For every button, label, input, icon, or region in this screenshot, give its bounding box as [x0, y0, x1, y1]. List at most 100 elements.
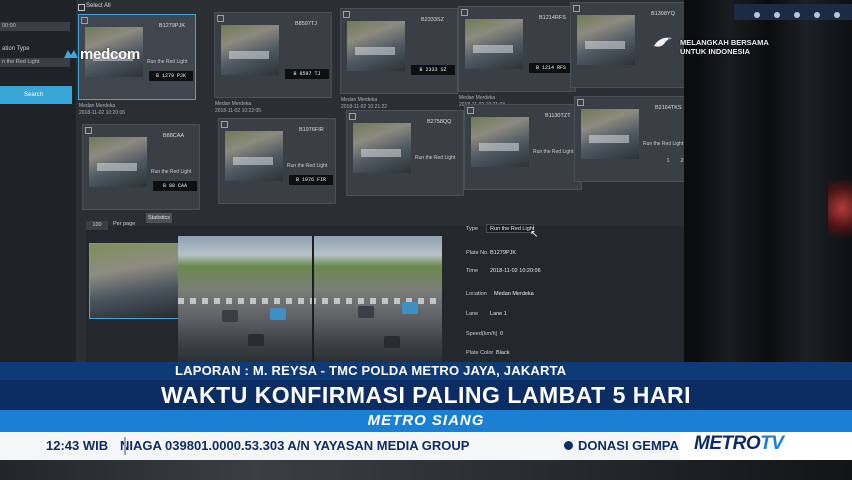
- detail-plate-label: Plate No.: [466, 250, 489, 256]
- card-plate-image: B 8597 TJ: [285, 69, 329, 79]
- program-name: METRO SIANG: [367, 412, 485, 429]
- violation-card[interactable]: B2758QQ Run the Red Light: [346, 110, 464, 196]
- detail-time-label: Time: [466, 268, 479, 274]
- per-page-select[interactable]: 100: [86, 221, 108, 230]
- card-violation-type: Run the Red Light: [287, 163, 328, 169]
- violation-card[interactable]: B8597TJ B 8597 TJ Medan Merdeka 2018-11-02 …: [214, 12, 332, 114]
- medcom-logo-icon: [64, 50, 78, 58]
- metrotv-logo-metro: METRO: [694, 433, 761, 454]
- card-thumbnail: [465, 19, 523, 69]
- card-plate-number: B8597TJ: [295, 21, 318, 27]
- card-plate-number: B1214RFS: [539, 15, 566, 21]
- headline-bar: WAKTU KONFIRMASI PALING LAMBAT 5 HARI: [0, 380, 852, 410]
- card-checkbox[interactable]: [85, 127, 92, 134]
- reporter-bar: LAPORAN : M. REYSA - TMC POLDA METRO JAY…: [0, 362, 852, 380]
- card-checkbox[interactable]: [349, 113, 356, 120]
- detail-color-label: Plate Color: [466, 350, 494, 356]
- card-thumbnail: [577, 15, 635, 65]
- card-plate-image: B 88 CAA: [153, 181, 197, 191]
- metrotv-logo-tv: TV: [760, 433, 784, 454]
- evidence-photo: [178, 236, 442, 372]
- statistics-button[interactable]: Statistics: [146, 213, 172, 223]
- selected-thumbnail[interactable]: [89, 243, 179, 319]
- violation-card[interactable]: B88CAA Run the Red Light B 88 CAA: [82, 124, 200, 210]
- card-location: Medan Merdeka: [459, 95, 496, 101]
- red-equipment-light: [828, 180, 852, 250]
- clock: 12:43 WIB: [0, 432, 118, 460]
- violation-card[interactable]: B1976FIR Run the Red Light B 1976 FIR: [218, 118, 336, 204]
- toolbar-icon: [834, 12, 840, 18]
- search-button[interactable]: Search: [0, 86, 72, 104]
- detail-color-value: Black: [496, 350, 510, 356]
- headline-text: WAKTU KONFIRMASI PALING LAMBAT 5 HARI: [160, 382, 691, 408]
- card-checkbox[interactable]: [217, 15, 224, 22]
- slogan-line-1: MELANGKAH BERSAMA: [680, 38, 769, 47]
- card-violation-type: Run the Red Light: [147, 59, 188, 65]
- card-location: Medan Merdeka: [215, 101, 252, 107]
- bird-logo-icon: [654, 37, 672, 47]
- violation-card[interactable]: B1214RFSB 1214 RFSMedan Merdeka2018-11-0…: [458, 6, 576, 108]
- violation-card[interactable]: B2333SZ B 2333 SZ Medan Merdeka 2018-11-02 …: [340, 8, 458, 110]
- car: [384, 336, 400, 348]
- detail-type-label: Type: [466, 226, 478, 232]
- car: [270, 308, 286, 320]
- toolbar-icon: [774, 12, 780, 18]
- type-select[interactable]: n the Red Light: [0, 58, 70, 67]
- violation-card[interactable]: B2164TKS Run the Red Light: [574, 96, 692, 182]
- card-plate-number: B1976FIR: [299, 127, 324, 133]
- card-thumbnail: [221, 25, 279, 75]
- card-violation-type: Run the Red Light: [533, 149, 574, 155]
- ticker-text: NIAGA 039801.0000.53.303 A/N YAYASAN MED…: [120, 438, 470, 453]
- card-checkbox[interactable]: [467, 107, 474, 114]
- photo-divider: [312, 236, 314, 372]
- pager-1[interactable]: 1: [662, 156, 674, 166]
- car: [402, 302, 418, 314]
- card-plate-number: B2758QQ: [427, 119, 452, 125]
- car: [222, 310, 238, 322]
- per-page-label: Per page: [113, 221, 136, 227]
- card-plate-number: B1279PJK: [159, 23, 185, 29]
- toolbar-icon: [754, 12, 760, 18]
- metrotv-logo: METROTV: [694, 433, 784, 455]
- card-location: Medan Merdeka: [341, 97, 378, 103]
- card-violation-type: Run the Red Light: [643, 141, 684, 147]
- detail-lane-value: Lane 1: [490, 311, 507, 317]
- card-plate-number: B2333SZ: [421, 17, 444, 23]
- card-checkbox[interactable]: [343, 11, 350, 18]
- detail-speed-value: 0: [500, 331, 504, 337]
- card-thumbnail: [89, 137, 147, 187]
- detail-location-label: Location: [466, 291, 487, 297]
- card-plate-number: B1130TZT: [545, 113, 571, 119]
- card-checkbox[interactable]: [461, 9, 468, 16]
- detail-speed-label: Speed(km/h): [466, 331, 498, 337]
- reporter-text: LAPORAN : M. REYSA - TMC POLDA METRO JAY…: [175, 363, 567, 378]
- card-plate-image: B 1279 PJK: [149, 71, 193, 81]
- card-checkbox[interactable]: [573, 5, 580, 12]
- card-datetime: 2018-11-02 10:20:06: [79, 110, 126, 116]
- card-violation-type: Run the Red Light: [415, 155, 456, 161]
- card-plate-number: B1308YQ: [651, 11, 675, 17]
- card-plate-image: B 2333 SZ: [411, 65, 455, 75]
- card-datetime: 2018-11-02 10:22:05: [215, 108, 262, 114]
- card-thumbnail: [347, 21, 405, 71]
- car: [358, 306, 374, 318]
- card-checkbox[interactable]: [577, 99, 584, 106]
- detail-type-value: Run the Red Light: [490, 226, 535, 232]
- time-field[interactable]: 00:00: [0, 22, 70, 31]
- card-thumbnail: [581, 109, 639, 159]
- slogan: MELANGKAH BERSAMA UNTUK INDONESIA: [680, 38, 830, 56]
- program-bar: METRO SIANG: [0, 410, 852, 432]
- card-thumbnail: [353, 123, 411, 173]
- toolbar-icon: [794, 12, 800, 18]
- violation-card[interactable]: B1130TZT Run the Red Light: [464, 104, 582, 190]
- detail-lane-label: Lane: [466, 311, 479, 317]
- medcom-logo: medcom: [80, 46, 140, 63]
- card-checkbox[interactable]: [81, 17, 88, 24]
- mouse-cursor-icon: ↖: [530, 229, 539, 240]
- card-checkbox[interactable]: [221, 121, 228, 128]
- card-plate-number: B88CAA: [163, 133, 185, 139]
- select-all-label: Select All: [86, 3, 111, 9]
- detail-plate-value: B1279PJK: [490, 250, 516, 256]
- card-plate-number: B2164TKS: [655, 105, 682, 111]
- select-all-checkbox[interactable]: [78, 4, 85, 11]
